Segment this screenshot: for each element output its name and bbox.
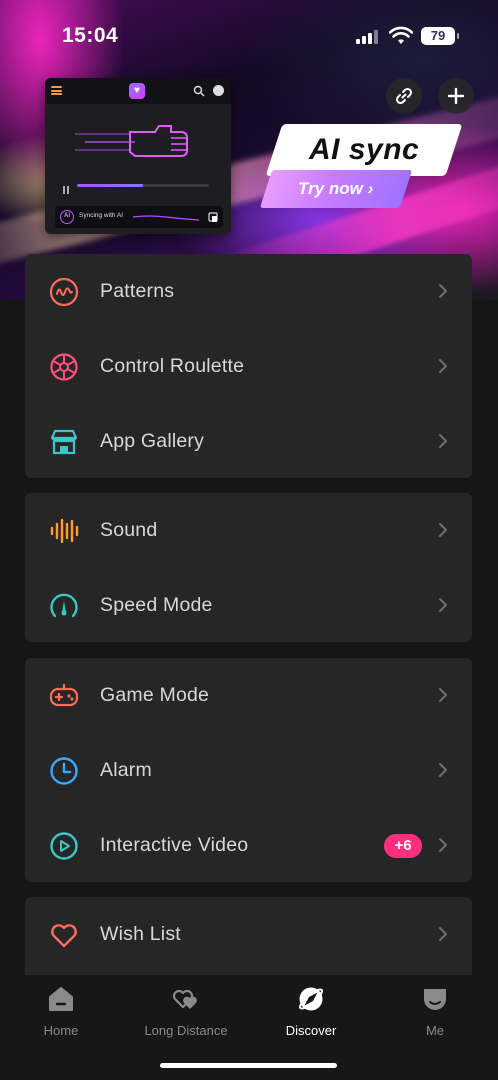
home-indicator [160,1063,337,1068]
menu-item-alarm[interactable]: Alarm [25,733,472,808]
gamepad-icon [49,681,79,711]
tab-me[interactable]: Me [385,985,485,1038]
chevron-right-icon [439,688,447,702]
tab-discover[interactable]: Discover [261,985,361,1038]
menu-icon [51,86,62,95]
try-now-button[interactable]: Try now › [259,170,413,208]
menu-item-interactive-video[interactable]: Interactive Video +6 [25,808,472,883]
status-time: 15:04 [62,24,119,47]
link-button[interactable] [386,78,422,114]
app-logo-icon: ♥ [129,83,145,99]
compass-icon [298,987,324,1011]
roulette-icon [49,352,79,382]
menu-item-label: Interactive Video [100,834,249,856]
preview-header: ♥ [45,78,231,104]
chevron-right-icon [439,598,447,612]
discover-screen: 15:04 79 ♥ AI Syncing with AI AI sync Tr… [0,0,498,1080]
menu-item-label: Game Mode [100,684,210,706]
new-count-badge: +6 [384,834,422,858]
ai-badge-icon: AI [60,210,74,224]
search-icon [193,85,205,97]
chevron-right-icon [439,838,447,852]
ai-sync-status: AI Syncing with AI [55,206,223,228]
menu-group-1: Patterns Control Roulette App Gallery [25,254,472,478]
speed-icon [49,591,79,621]
cellular-signal-icon [356,30,378,44]
menu-group-3: Game Mode Alarm Interactive Video +6 [25,658,472,882]
menu-item-sound[interactable]: Sound [25,493,472,568]
chevron-right-icon [439,284,447,298]
preview-progress [63,181,213,194]
menu-group-4: Wish List [25,897,472,987]
menu-item-app-gallery[interactable]: App Gallery [25,404,472,479]
chevron-right-icon [439,434,447,448]
chevron-right-icon [439,927,447,941]
play-icon [49,831,79,861]
home-icon [49,987,73,1011]
menu-item-speed-mode[interactable]: Speed Mode [25,568,472,643]
menu-item-game-mode[interactable]: Game Mode [25,658,472,733]
gallery-icon [49,427,79,457]
app-preview-thumbnail[interactable]: ♥ AI Syncing with AI [45,78,231,234]
sync-control-icon [208,212,218,222]
sync-status-text: Syncing with AI [79,212,124,219]
menu-item-patterns[interactable]: Patterns [25,254,472,329]
patterns-icon [49,277,79,307]
menu-item-label: Alarm [100,759,152,781]
battery-indicator: 79 [421,27,459,45]
profile-face-icon [424,989,446,1010]
heart-icon [49,920,79,950]
menu-item-label: Patterns [100,280,175,302]
tab-label: Long Distance [144,1023,228,1038]
pause-icon [63,181,71,194]
menu-item-label: Sound [100,519,158,541]
chevron-right-icon [439,359,447,373]
status-bar: 15:04 79 [0,0,498,70]
try-now-label: Try now › [298,179,374,198]
ai-sync-title: AI sync [308,133,420,166]
bottom-tab-bar: Home Long Distance Discover Me [0,975,498,1080]
ai-sync-headline: AI sync [265,124,463,176]
wifi-icon [389,26,413,44]
menu-item-wish-list[interactable]: Wish List [25,897,472,972]
menu-item-label: Speed Mode [100,594,213,616]
chevron-right-icon [439,763,447,777]
menu-item-label: Wish List [100,923,181,945]
menu-item-label: Control Roulette [100,355,245,377]
menu-group-2: Sound Speed Mode [25,493,472,642]
tab-label: Me [425,1023,445,1038]
sound-icon [49,516,79,546]
tab-label: Home [43,1023,79,1038]
waveform-icon [133,215,199,221]
chevron-right-icon [439,523,447,537]
add-button[interactable] [438,78,474,114]
tab-home[interactable]: Home [11,985,111,1038]
hand-gesture-icon [75,125,188,157]
link-icon [395,87,413,105]
tab-long-distance[interactable]: Long Distance [136,985,236,1038]
plus-icon [447,87,465,105]
user-icon [213,85,224,96]
hearts-icon [172,989,197,1009]
alarm-icon [49,756,79,786]
tab-label: Discover [285,1023,337,1038]
menu-item-control-roulette[interactable]: Control Roulette [25,329,472,404]
menu-item-label: App Gallery [100,430,205,452]
